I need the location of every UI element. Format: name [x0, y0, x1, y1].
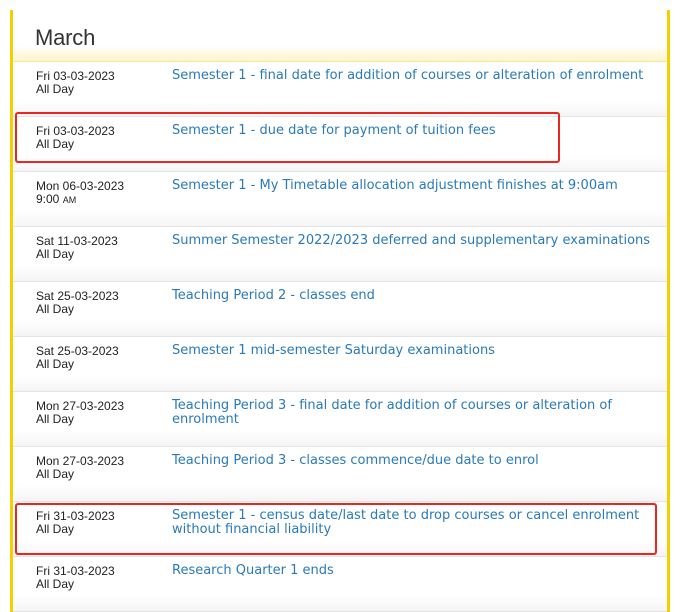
event-title-link[interactable]: Semester 1 - census date/last date to dr…: [172, 509, 652, 537]
event-title-link[interactable]: Teaching Period 3 - classes commence/due…: [172, 454, 652, 468]
event-row: Fri 03-03-2023 All Day Semester 1 - due …: [13, 117, 667, 172]
event-title-link[interactable]: Semester 1 - final date for addition of …: [172, 69, 652, 83]
event-row: Mon 27-03-2023 All Day Teaching Period 3…: [13, 447, 667, 502]
event-time-suffix: AM: [62, 195, 77, 205]
event-time-value: 9:00: [36, 192, 60, 206]
month-title: March: [35, 25, 96, 50]
event-title-link[interactable]: Semester 1 - due date for payment of tui…: [172, 124, 652, 138]
event-row: Sat 25-03-2023 All Day Semester 1 mid-se…: [13, 337, 667, 392]
event-row: Fri 31-03-2023 All Day Research Quarter …: [13, 557, 667, 612]
event-title-link[interactable]: Summer Semester 2022/2023 deferred and s…: [172, 234, 652, 248]
event-time: All Day: [36, 577, 75, 591]
event-time: All Day: [36, 82, 75, 96]
event-time: All Day: [36, 412, 75, 426]
event-time: All Day: [36, 357, 75, 371]
event-title-link[interactable]: Research Quarter 1 ends: [172, 564, 652, 578]
event-title-link[interactable]: Semester 1 mid-semester Saturday examina…: [172, 344, 652, 358]
event-time: All Day: [36, 137, 75, 151]
event-row: Mon 27-03-2023 All Day Teaching Period 3…: [13, 392, 667, 447]
event-row: Fri 31-03-2023 All Day Semester 1 - cens…: [13, 502, 667, 557]
event-title-link[interactable]: Teaching Period 3 - final date for addit…: [172, 399, 652, 427]
month-header: March: [13, 10, 667, 62]
event-row: Fri 03-03-2023 All Day Semester 1 - fina…: [13, 62, 667, 117]
event-title-link[interactable]: Teaching Period 2 - classes end: [172, 289, 652, 303]
event-row: Mon 06-03-2023 9:00 AM Semester 1 - My T…: [13, 172, 667, 227]
event-time: 9:00 AM: [36, 193, 76, 207]
event-time: All Day: [36, 247, 75, 261]
calendar-panel: March Fri 03-03-2023 All Day Semester 1 …: [10, 10, 670, 612]
event-row: Sat 25-03-2023 All Day Teaching Period 2…: [13, 282, 667, 337]
event-title-link[interactable]: Semester 1 - My Timetable allocation adj…: [172, 179, 652, 193]
event-time: All Day: [36, 302, 75, 316]
event-row: Sat 11-03-2023 All Day Summer Semester 2…: [13, 227, 667, 282]
event-time: All Day: [36, 522, 75, 536]
event-time: All Day: [36, 467, 75, 481]
